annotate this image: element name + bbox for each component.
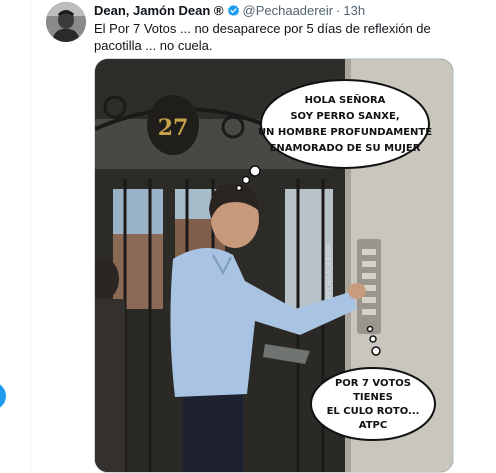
author-name[interactable]: Dean, Jamón Dean ® (94, 3, 224, 18)
header-separator: · (336, 3, 341, 18)
tweet-header: Dean, Jamón Dean ® @Pechaadereir · 13h (94, 3, 365, 19)
top-bubble-line-3: UN HOMBRE PROFUNDAMENTE (258, 127, 432, 138)
tweet-media-image[interactable]: 27 HOLA SEÑORA SOY PERRO SANXE, UN HOMBR… (94, 58, 454, 473)
author-avatar[interactable] (46, 2, 86, 42)
tweet-timestamp[interactable]: 13h (343, 3, 365, 18)
verified-badge-icon (227, 4, 240, 17)
author-handle[interactable]: @Pechaadereir (243, 3, 334, 18)
tweet[interactable]: Dean, Jamón Dean ® @Pechaadereir · 13h El P… (30, 0, 496, 473)
door-number: 27 (158, 115, 189, 141)
top-bubble-line-2: SOY PERRO SANXE, (290, 111, 399, 122)
top-bubble-line-1: HOLA SEÑORA (305, 93, 386, 106)
bottom-bubble-line-3: EL CULO ROTO... (327, 406, 420, 417)
sidebar-blue-button[interactable] (0, 382, 6, 410)
bottom-bubble-line-4: ATPC (359, 420, 387, 431)
bottom-bubble-line-2: TIENES (353, 392, 393, 403)
top-bubble-line-4: ENAMORADO DE SU MUJER (270, 143, 421, 154)
image-watermark: PECHAADEREIR (325, 244, 333, 299)
left-sidebar-rail (0, 0, 31, 471)
bottom-bubble-line-1: POR 7 VOTOS (335, 378, 411, 389)
tweet-text: El Por 7 Votos ... no desaparece por 5 d… (94, 21, 431, 53)
meme-image: 27 HOLA SEÑORA SOY PERRO SANXE, UN HOMBR… (95, 59, 453, 472)
